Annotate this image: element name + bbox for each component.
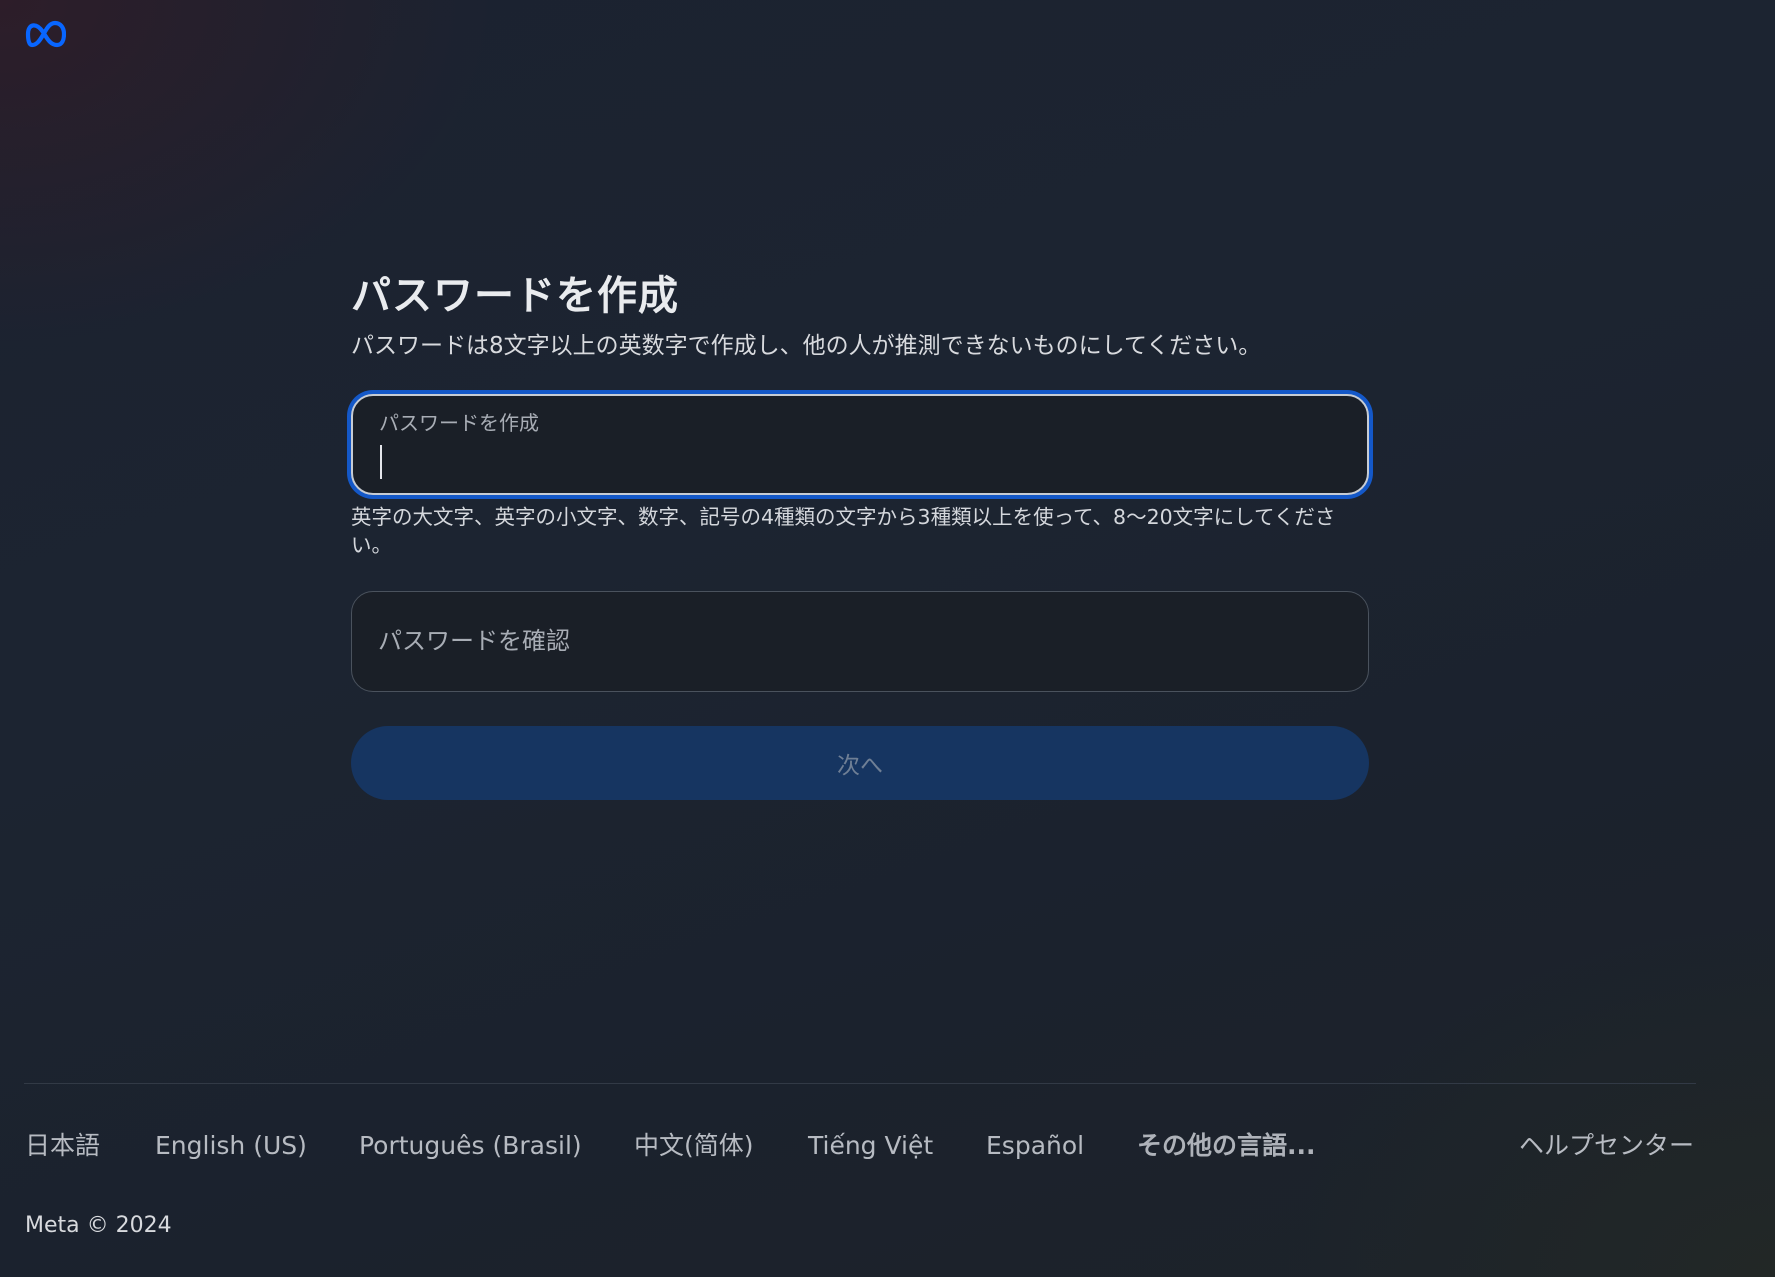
more-languages-link[interactable]: その他の言語... — [1137, 1128, 1316, 1164]
page-title: パスワードを作成 — [351, 273, 679, 319]
page-subtitle: パスワードは8文字以上の英数字で作成し、他の人が推測できないものにしてください。 — [351, 333, 1262, 359]
create-password-input[interactable]: パスワードを作成 — [351, 394, 1369, 495]
language-link-vietnamese[interactable]: Tiếng Việt — [808, 1128, 933, 1164]
next-button[interactable]: 次へ — [351, 726, 1369, 800]
password-requirements-hint: 英字の大文字、英字の小文字、数字、記号の4種類の文字から3種類以上を使って、8〜… — [351, 505, 1336, 557]
text-caret — [380, 445, 382, 479]
create-password-form: パスワードを作成 パスワードは8文字以上の英数字で作成し、他の人が推測できないも… — [351, 268, 1369, 800]
help-center-link[interactable]: ヘルプセンター — [1519, 1128, 1694, 1164]
copyright: Meta © 2024 — [25, 1213, 172, 1238]
language-link-japanese[interactable]: 日本語 — [25, 1128, 100, 1164]
meta-logo-icon[interactable] — [24, 18, 66, 50]
confirm-password-placeholder: パスワードを確認 — [378, 627, 570, 655]
footer-divider — [24, 1083, 1696, 1084]
language-link-english[interactable]: English (US) — [155, 1128, 307, 1164]
create-password-label: パスワードを作成 — [379, 411, 539, 435]
confirm-password-input[interactable]: パスワードを確認 — [351, 591, 1369, 692]
language-link-chinese[interactable]: 中文(简体) — [634, 1128, 754, 1164]
language-link-spanish[interactable]: Español — [986, 1128, 1084, 1164]
language-link-portuguese[interactable]: Português (Brasil) — [359, 1128, 582, 1164]
